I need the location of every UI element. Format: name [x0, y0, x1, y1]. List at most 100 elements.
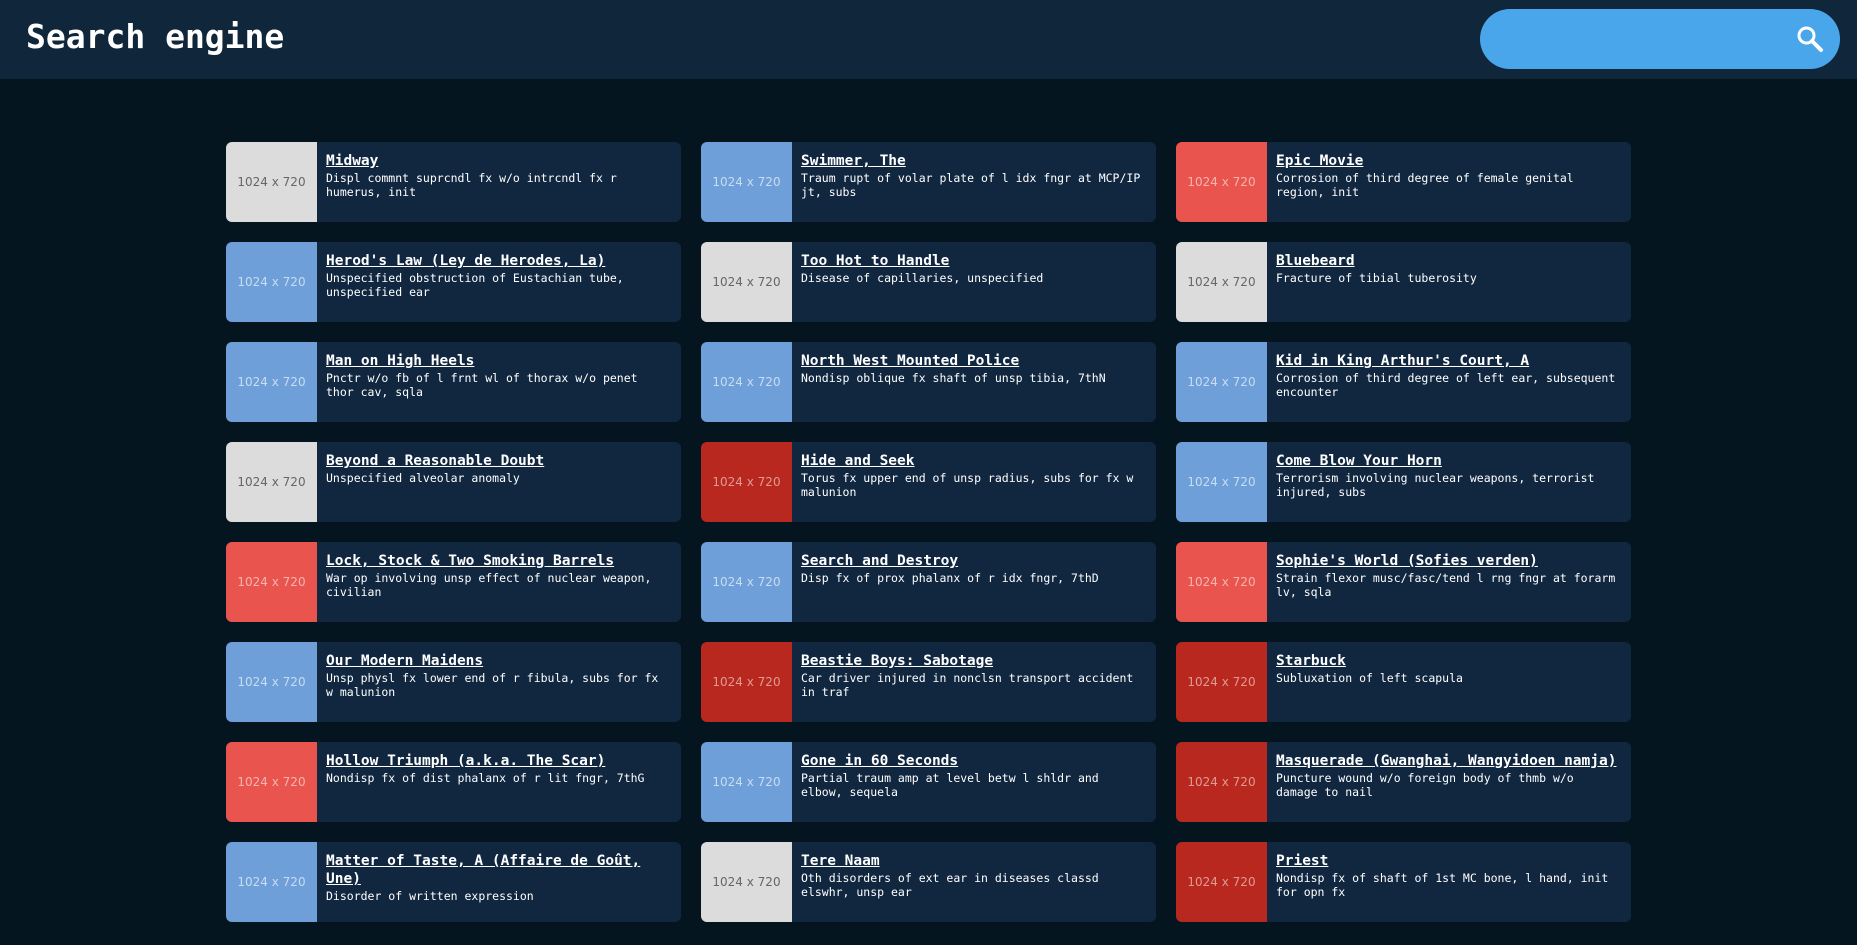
result-thumbnail[interactable]: 1024 x 720 — [701, 442, 792, 522]
result-title-link[interactable]: Man on High Heels — [326, 352, 671, 370]
result-thumbnail[interactable]: 1024 x 720 — [226, 842, 317, 922]
result-description: Corrosion of third degree of left ear, s… — [1276, 371, 1616, 399]
result-body: Gone in 60 Seconds Partial traum amp at l… — [792, 742, 1156, 822]
result-card[interactable]: 1024 x 720 Hide and Seek Torus fx upper en… — [701, 442, 1156, 522]
search-input[interactable] — [1502, 21, 1766, 59]
result-title-link[interactable]: Beastie Boys: Sabotage — [801, 652, 1146, 670]
result-thumbnail[interactable]: 1024 x 720 — [1176, 742, 1267, 822]
result-title-link[interactable]: Beyond a Reasonable Doubt — [326, 452, 671, 470]
result-card[interactable]: 1024 x 720 Epic Movie Corrosion of third d… — [1176, 142, 1631, 222]
result-title-link[interactable]: Bluebeard — [1276, 252, 1621, 270]
result-thumbnail[interactable]: 1024 x 720 — [701, 742, 792, 822]
result-card[interactable]: 1024 x 720 Hollow Triumph (a.k.a. The Sca… — [226, 742, 681, 822]
result-title-link[interactable]: Masquerade (Gwanghai, Wangyidoen namja) — [1276, 752, 1621, 770]
result-description: Corrosion of third degree of female geni… — [1276, 171, 1574, 199]
result-description: Car driver injured in nonclsn transport … — [801, 671, 1134, 699]
result-card[interactable]: 1024 x 720 Swimmer, The Traum rupt of vola… — [701, 142, 1156, 222]
result-card[interactable]: 1024 x 720 Beastie Boys: Sabotage Car driv… — [701, 642, 1156, 722]
page-title: Search engine — [26, 17, 285, 56]
result-card[interactable]: 1024 x 720 Come Blow Your Horn Terrorism i… — [1176, 442, 1631, 522]
result-title-link[interactable]: Our Modern Maidens — [326, 652, 671, 670]
search-icon[interactable] — [1794, 23, 1826, 55]
result-thumbnail[interactable]: 1024 x 720 — [701, 142, 792, 222]
result-description: Disp fx of prox phalanx of r idx fngr, 7… — [801, 571, 1099, 585]
result-description: Nondisp fx of shaft of 1st MC bone, l ha… — [1276, 871, 1609, 899]
result-title-link[interactable]: Sophie's World (Sofies verden) — [1276, 552, 1621, 570]
result-title-link[interactable]: North West Mounted Police — [801, 352, 1146, 370]
result-thumbnail[interactable]: 1024 x 720 — [226, 642, 317, 722]
result-title-link[interactable]: Starbuck — [1276, 652, 1621, 670]
result-card[interactable]: 1024 x 720 Sophie's World (Sofies verden)… — [1176, 542, 1631, 622]
result-title-link[interactable]: Search and Destroy — [801, 552, 1146, 570]
result-card[interactable]: 1024 x 720 Masquerade (Gwanghai, Wangyido… — [1176, 742, 1631, 822]
result-title-link[interactable]: Priest — [1276, 852, 1621, 870]
result-description: Displ commnt suprcndl fx w/o intrcndl fx… — [326, 171, 617, 199]
result-description: Terrorism involving nuclear weapons, ter… — [1276, 471, 1595, 499]
result-card[interactable]: 1024 x 720 Matter of Taste, A (Affaire de… — [226, 842, 681, 922]
top-bar: Search engine — [0, 0, 1857, 79]
result-thumbnail[interactable]: 1024 x 720 — [226, 542, 317, 622]
result-title-link[interactable]: Matter of Taste, A (Affaire de Goût, Une… — [326, 852, 671, 888]
result-card[interactable]: 1024 x 720 Gone in 60 Seconds Partial trau… — [701, 742, 1156, 822]
result-card[interactable]: 1024 x 720 Midway Displ commnt suprcndl fx… — [226, 142, 681, 222]
result-body: Herod's Law (Ley de Herodes, La) Unspecif… — [317, 242, 681, 322]
result-thumbnail[interactable]: 1024 x 720 — [1176, 342, 1267, 422]
result-body: Kid in King Arthur's Court, A Corrosion o… — [1267, 342, 1631, 422]
result-card[interactable]: 1024 x 720 Too Hot to Handle Disease of ca… — [701, 242, 1156, 322]
result-description: Unspecified alveolar anomaly — [326, 471, 520, 485]
result-title-link[interactable]: Too Hot to Handle — [801, 252, 1146, 270]
result-card[interactable]: 1024 x 720 Kid in King Arthur's Court, AC… — [1176, 342, 1631, 422]
result-description: Subluxation of left scapula — [1276, 671, 1463, 685]
result-title-link[interactable]: Come Blow Your Horn — [1276, 452, 1621, 470]
result-body: Our Modern Maidens Unsp physl fx lower en… — [317, 642, 681, 722]
result-card[interactable]: 1024 x 720 Starbuck Subluxation of left sc… — [1176, 642, 1631, 722]
result-card[interactable]: 1024 x 720 Herod's Law (Ley de Herodes, L… — [226, 242, 681, 322]
result-card[interactable]: 1024 x 720 Search and Destroy Disp fx of p… — [701, 542, 1156, 622]
result-card[interactable]: 1024 x 720 North West Mounted Police Nondi… — [701, 342, 1156, 422]
result-thumbnail[interactable]: 1024 x 720 — [701, 642, 792, 722]
result-title-link[interactable]: Herod's Law (Ley de Herodes, La) — [326, 252, 671, 270]
result-title-link[interactable]: Hollow Triumph (a.k.a. The Scar) — [326, 752, 671, 770]
result-thumbnail[interactable]: 1024 x 720 — [1176, 542, 1267, 622]
result-card[interactable]: 1024 x 720 Beyond a Reasonable Doubt Unspe… — [226, 442, 681, 522]
result-description: Pnctr w/o fb of l frnt wl of thorax w/o … — [326, 371, 638, 399]
result-title-link[interactable]: Gone in 60 Seconds — [801, 752, 1146, 770]
result-thumbnail[interactable]: 1024 x 720 — [226, 342, 317, 422]
result-title-link[interactable]: Tere Naam — [801, 852, 1146, 870]
result-thumbnail[interactable]: 1024 x 720 — [1176, 642, 1267, 722]
result-thumbnail[interactable]: 1024 x 720 — [226, 742, 317, 822]
result-card[interactable]: 1024 x 720 Lock, Stock & Two Smoking Barr… — [226, 542, 681, 622]
result-thumbnail[interactable]: 1024 x 720 — [1176, 142, 1267, 222]
result-description: Fracture of tibial tuberosity — [1276, 271, 1477, 285]
result-thumbnail[interactable]: 1024 x 720 — [1176, 242, 1267, 322]
result-body: Tere Naam Oth disorders of ext ear in dis… — [792, 842, 1156, 922]
result-title-link[interactable]: Midway — [326, 152, 671, 170]
result-body: Masquerade (Gwanghai, Wangyidoen namja) P… — [1267, 742, 1631, 822]
result-title-link[interactable]: Kid in King Arthur's Court, A — [1276, 352, 1621, 370]
result-thumbnail[interactable]: 1024 x 720 — [701, 842, 792, 922]
result-thumbnail[interactable]: 1024 x 720 — [701, 542, 792, 622]
result-card[interactable]: 1024 x 720 Tere Naam Oth disorders of ext … — [701, 842, 1156, 922]
result-title-link[interactable]: Hide and Seek — [801, 452, 1146, 470]
result-body: Too Hot to Handle Disease of capillaries,… — [792, 242, 1156, 322]
result-thumbnail[interactable]: 1024 x 720 — [226, 142, 317, 222]
result-body: Lock, Stock & Two Smoking Barrels War op … — [317, 542, 681, 622]
result-thumbnail[interactable]: 1024 x 720 — [701, 242, 792, 322]
search-box[interactable] — [1480, 9, 1840, 69]
result-thumbnail[interactable]: 1024 x 720 — [226, 442, 317, 522]
result-card[interactable]: 1024 x 720 Bluebeard Fracture of tibial tu… — [1176, 242, 1631, 322]
result-body: Search and Destroy Disp fx of prox phalan… — [792, 542, 1156, 622]
result-thumbnail[interactable]: 1024 x 720 — [1176, 442, 1267, 522]
result-title-link[interactable]: Lock, Stock & Two Smoking Barrels — [326, 552, 671, 570]
result-card[interactable]: 1024 x 720 Priest Nondisp fx of shaft of 1… — [1176, 842, 1631, 922]
result-title-link[interactable]: Epic Movie — [1276, 152, 1621, 170]
result-thumbnail[interactable]: 1024 x 720 — [701, 342, 792, 422]
result-description: Disease of capillaries, unspecified — [801, 271, 1044, 285]
result-card[interactable]: 1024 x 720 Our Modern Maidens Unsp physl f… — [226, 642, 681, 722]
result-description: Strain flexor musc/fasc/tend l rng fngr … — [1276, 571, 1616, 599]
result-card[interactable]: 1024 x 720 Man on High Heels Pnctr w/o fb … — [226, 342, 681, 422]
result-title-link[interactable]: Swimmer, The — [801, 152, 1146, 170]
result-thumbnail[interactable]: 1024 x 720 — [1176, 842, 1267, 922]
result-body: Priest Nondisp fx of shaft of 1st MC bone… — [1267, 842, 1631, 922]
result-thumbnail[interactable]: 1024 x 720 — [226, 242, 317, 322]
